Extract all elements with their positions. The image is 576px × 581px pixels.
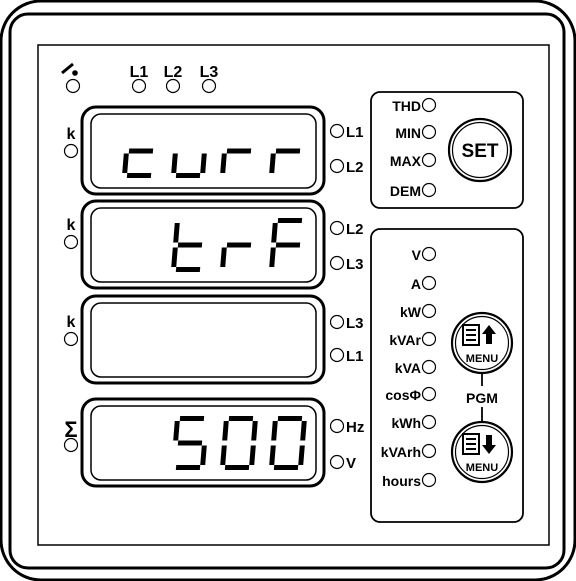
- menu-down-label: MENU: [466, 462, 498, 474]
- dem-led: [421, 182, 437, 198]
- sigma-led: [63, 437, 79, 453]
- top-led-label: L1: [130, 64, 149, 81]
- cosphi-led: [421, 386, 437, 402]
- mode-label: MAX: [390, 153, 422, 169]
- k-label: k: [67, 217, 76, 234]
- display-4: [80, 397, 326, 488]
- phase-label: L1: [346, 124, 364, 141]
- min-led: [421, 124, 437, 140]
- mode-label: THD: [392, 98, 421, 114]
- digit-segment: [175, 173, 201, 178]
- unit-label: kWh: [391, 415, 421, 431]
- display-3: [80, 294, 326, 385]
- phase-label: V: [346, 455, 356, 472]
- digit-segment: [179, 416, 205, 421]
- unit-label: V: [412, 247, 422, 263]
- k-label: k: [67, 126, 76, 143]
- kvar-led: [421, 331, 437, 347]
- set-button[interactable]: SET: [447, 117, 513, 183]
- unit-label: kVA: [395, 360, 421, 376]
- digit-segment: [224, 465, 250, 470]
- led-l1: [131, 78, 147, 94]
- phase-label: L1: [346, 348, 364, 365]
- mode-label: MIN: [395, 125, 421, 141]
- led-l2: [165, 78, 181, 94]
- k-led: [63, 143, 79, 159]
- digit-segment: [226, 242, 252, 248]
- k-led: [63, 234, 79, 250]
- set-button-label: SET: [462, 141, 499, 162]
- menu-down-button[interactable]: MENU: [450, 420, 514, 484]
- phase-label: Hz: [346, 419, 364, 436]
- unit-label: A: [411, 276, 421, 292]
- relay-led: [65, 78, 81, 94]
- menu-up-label: MENU: [466, 353, 498, 365]
- unit-label: hours: [382, 473, 421, 489]
- digit-segment: [175, 267, 201, 272]
- k-led: [63, 331, 79, 347]
- unit-label: kW: [400, 304, 422, 320]
- digit-segment: [277, 416, 303, 421]
- k-label: k: [67, 314, 76, 331]
- hours-led: [421, 472, 437, 488]
- kw-led: [421, 303, 437, 319]
- phase-label: L3: [346, 315, 364, 332]
- list-down-icon: [462, 433, 496, 455]
- digit-segment: [226, 148, 252, 154]
- kva-led: [421, 359, 437, 375]
- top-led-label: L3: [200, 64, 219, 81]
- list-up-icon: [462, 324, 496, 346]
- kwh-led: [421, 414, 437, 430]
- menu-up-button[interactable]: MENU: [450, 311, 514, 375]
- digit-segment: [126, 173, 152, 178]
- phase-label: L2: [346, 159, 364, 176]
- digit-segment: [273, 465, 299, 470]
- phase-label: L2: [346, 221, 364, 238]
- unit-label: cosΦ: [385, 387, 421, 403]
- v-led: [421, 246, 437, 262]
- thd-led: [421, 97, 437, 113]
- max-led: [421, 152, 437, 168]
- meter-front-panel: L1 L2 L3 k k k Σ L1 L2 L2 L3 L3 L1 Hz V …: [0, 0, 576, 581]
- unit-label: kVAr: [389, 332, 421, 348]
- digit-segment: [277, 218, 303, 223]
- digit-segment: [128, 148, 154, 154]
- digit-segment: [175, 465, 201, 470]
- phase-label: L3: [346, 256, 364, 273]
- digit-segment: [275, 148, 301, 154]
- top-led-label: L2: [164, 64, 183, 81]
- digit-segment: [275, 242, 301, 248]
- digit-segment: [177, 242, 203, 248]
- led-l3: [201, 78, 217, 94]
- pgm-label: PGM: [466, 390, 498, 406]
- a-led: [421, 275, 437, 291]
- kvarh-led: [421, 443, 437, 459]
- unit-label: kVArh: [381, 444, 421, 460]
- mode-label: DEM: [390, 183, 421, 199]
- digit-segment: [228, 416, 254, 421]
- digit-segment: [177, 440, 203, 446]
